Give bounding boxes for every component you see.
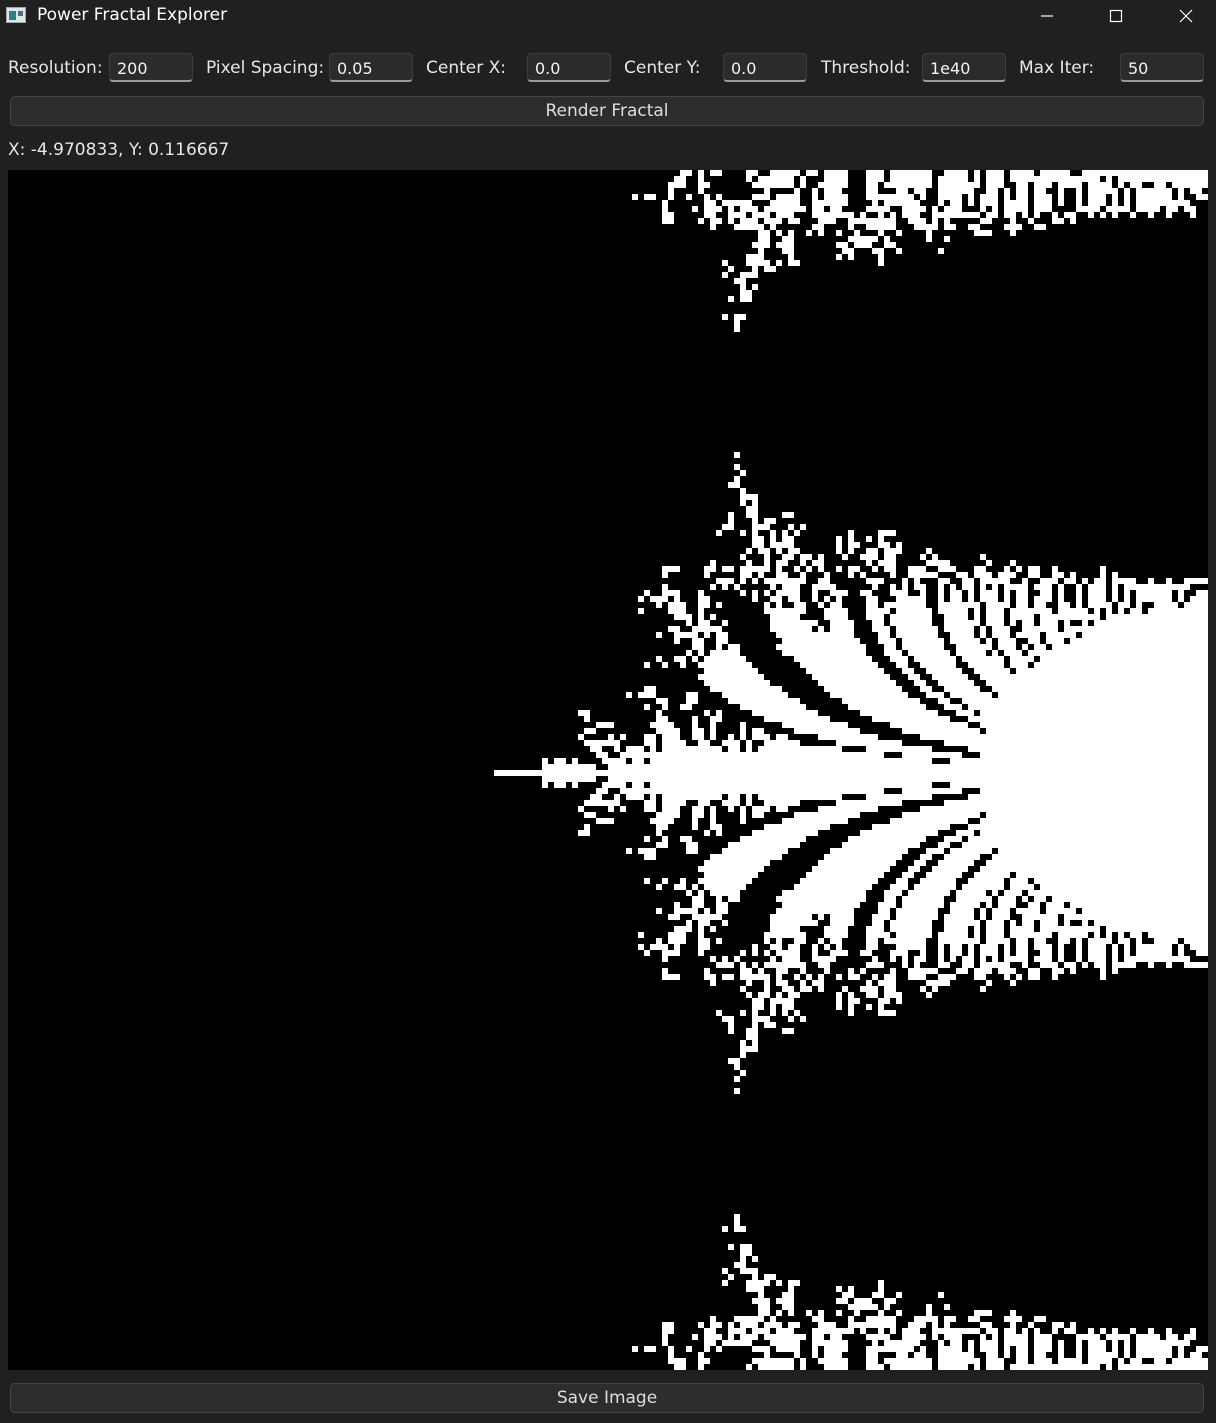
- pixel-spacing-label: Pixel Spacing:: [206, 58, 325, 78]
- fractal-image[interactable]: [8, 170, 1208, 1370]
- resolution-input[interactable]: [109, 53, 193, 82]
- render-fractal-button[interactable]: Render Fractal: [10, 96, 1204, 126]
- window-title: Power Fractal Explorer: [37, 5, 228, 25]
- threshold-label: Threshold:: [821, 58, 911, 78]
- max-iter-input[interactable]: [1120, 53, 1204, 82]
- cursor-coordinates: X: -4.970833, Y: 0.116667: [8, 140, 230, 160]
- pixel-spacing-input[interactable]: [329, 53, 413, 82]
- maximize-button[interactable]: [1081, 0, 1151, 32]
- save-image-button[interactable]: Save Image: [10, 1383, 1204, 1413]
- center-x-label: Center X:: [426, 58, 506, 78]
- resolution-label: Resolution:: [8, 58, 103, 78]
- minimize-button[interactable]: [1012, 0, 1082, 32]
- title-bar: Power Fractal Explorer: [0, 0, 1216, 32]
- app-icon: [6, 7, 26, 23]
- center-y-label: Center Y:: [624, 58, 701, 78]
- close-icon: [1179, 9, 1193, 23]
- close-button[interactable]: [1151, 0, 1216, 32]
- center-y-input[interactable]: [723, 53, 807, 82]
- threshold-input[interactable]: [922, 53, 1006, 82]
- minimize-icon: [1041, 15, 1053, 17]
- max-iter-label: Max Iter:: [1019, 58, 1095, 78]
- maximize-icon: [1109, 9, 1123, 23]
- fractal-canvas[interactable]: [8, 170, 1208, 1370]
- center-x-input[interactable]: [527, 53, 611, 82]
- parameter-toolbar: Resolution: Pixel Spacing: Center X: Cen…: [0, 48, 1216, 88]
